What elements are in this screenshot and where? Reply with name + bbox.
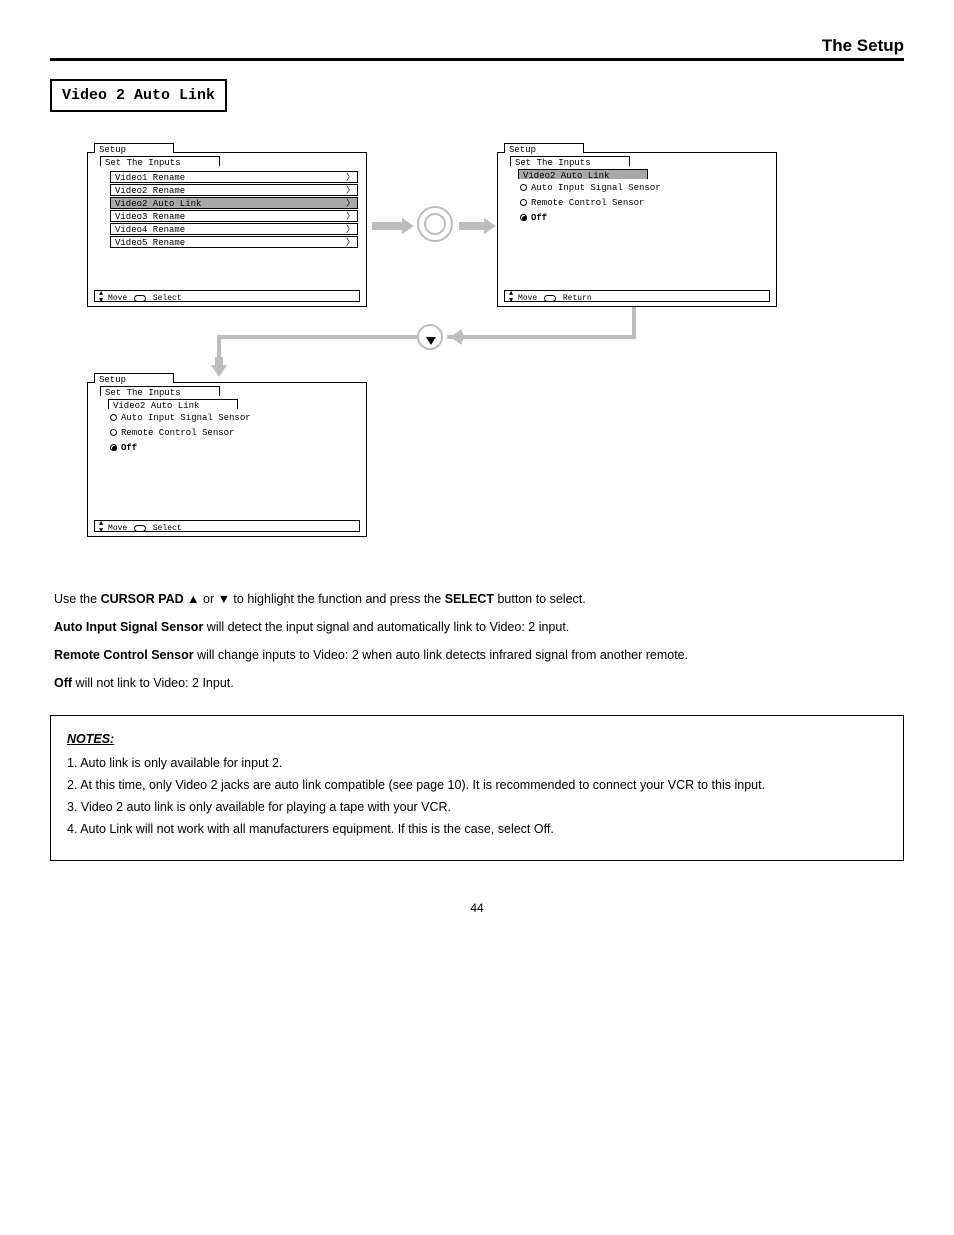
menu-item[interactable]: Video1 Rename〉 — [110, 171, 358, 183]
notes-heading: NOTES: — [67, 730, 887, 748]
notes-box: NOTES: 1. Auto link is only available fo… — [50, 715, 904, 862]
connector — [447, 335, 636, 339]
menu-item[interactable]: Video4 Rename〉 — [110, 223, 358, 235]
tab-set-inputs: Set The Inputs — [510, 156, 630, 166]
radio-option[interactable]: Auto Input Signal Sensor — [520, 183, 768, 194]
top-rule — [50, 58, 904, 61]
note-item: 1. Auto link is only available for input… — [67, 754, 887, 772]
radio-option[interactable]: Remote Control Sensor — [520, 198, 768, 209]
footer-bar: ▲▼ Move Return — [504, 290, 770, 302]
arrow-left-icon — [462, 333, 463, 341]
page-number: 44 — [50, 901, 904, 915]
tab-video2-autolink: Video2 Auto Link — [518, 169, 648, 179]
radio-option[interactable]: Remote Control Sensor — [110, 428, 358, 439]
tab-setup: Setup — [504, 143, 584, 153]
menu-panel-1: Setup Set The Inputs Video1 Rename〉 Vide… — [87, 152, 367, 307]
arrow-right-icon — [459, 222, 484, 230]
instruction-text: Use the CURSOR PAD ▲ or ▼ to highlight t… — [50, 590, 904, 693]
menu-item-selected[interactable]: Video2 Auto Link〉 — [110, 197, 358, 209]
footer-bar: ▲▼ Move Select — [94, 520, 360, 532]
radio-option-selected[interactable]: Off — [520, 213, 768, 224]
select-oval-icon — [134, 295, 146, 302]
select-button-icon — [417, 206, 453, 242]
note-item: 3. Video 2 auto link is only available f… — [67, 798, 887, 816]
menu-item[interactable]: Video5 Rename〉 — [110, 236, 358, 248]
radio-option[interactable]: Auto Input Signal Sensor — [110, 413, 358, 424]
menu-panel-2: Setup Set The Inputs Video2 Auto Link Au… — [497, 152, 777, 307]
note-item: 4. Auto Link will not work with all manu… — [67, 820, 887, 838]
tab-setup: Setup — [94, 373, 174, 383]
menu-item[interactable]: Video2 Rename〉 — [110, 184, 358, 196]
cursor-down-button-icon — [417, 324, 443, 350]
select-oval-icon — [134, 525, 146, 532]
select-oval-icon — [544, 295, 556, 302]
connector — [217, 335, 417, 339]
arrow-right-icon — [372, 222, 402, 230]
connector — [632, 307, 636, 337]
header-section: The Setup — [50, 36, 904, 56]
menu-panel-3: Setup Set The Inputs Video2 Auto Link Au… — [87, 382, 367, 537]
tab-setup: Setup — [94, 143, 174, 153]
flow-diagram: Setup Set The Inputs Video1 Rename〉 Vide… — [67, 142, 887, 572]
tab-video2-autolink: Video2 Auto Link — [108, 399, 238, 409]
section-heading: Video 2 Auto Link — [50, 79, 227, 112]
arrow-down-icon — [215, 357, 223, 365]
radio-option-selected[interactable]: Off — [110, 443, 358, 454]
note-item: 2. At this time, only Video 2 jacks are … — [67, 776, 887, 794]
menu-item[interactable]: Video3 Rename〉 — [110, 210, 358, 222]
tab-set-inputs: Set The Inputs — [100, 156, 220, 166]
footer-bar: ▲▼ Move Select — [94, 290, 360, 302]
tab-set-inputs: Set The Inputs — [100, 386, 220, 396]
